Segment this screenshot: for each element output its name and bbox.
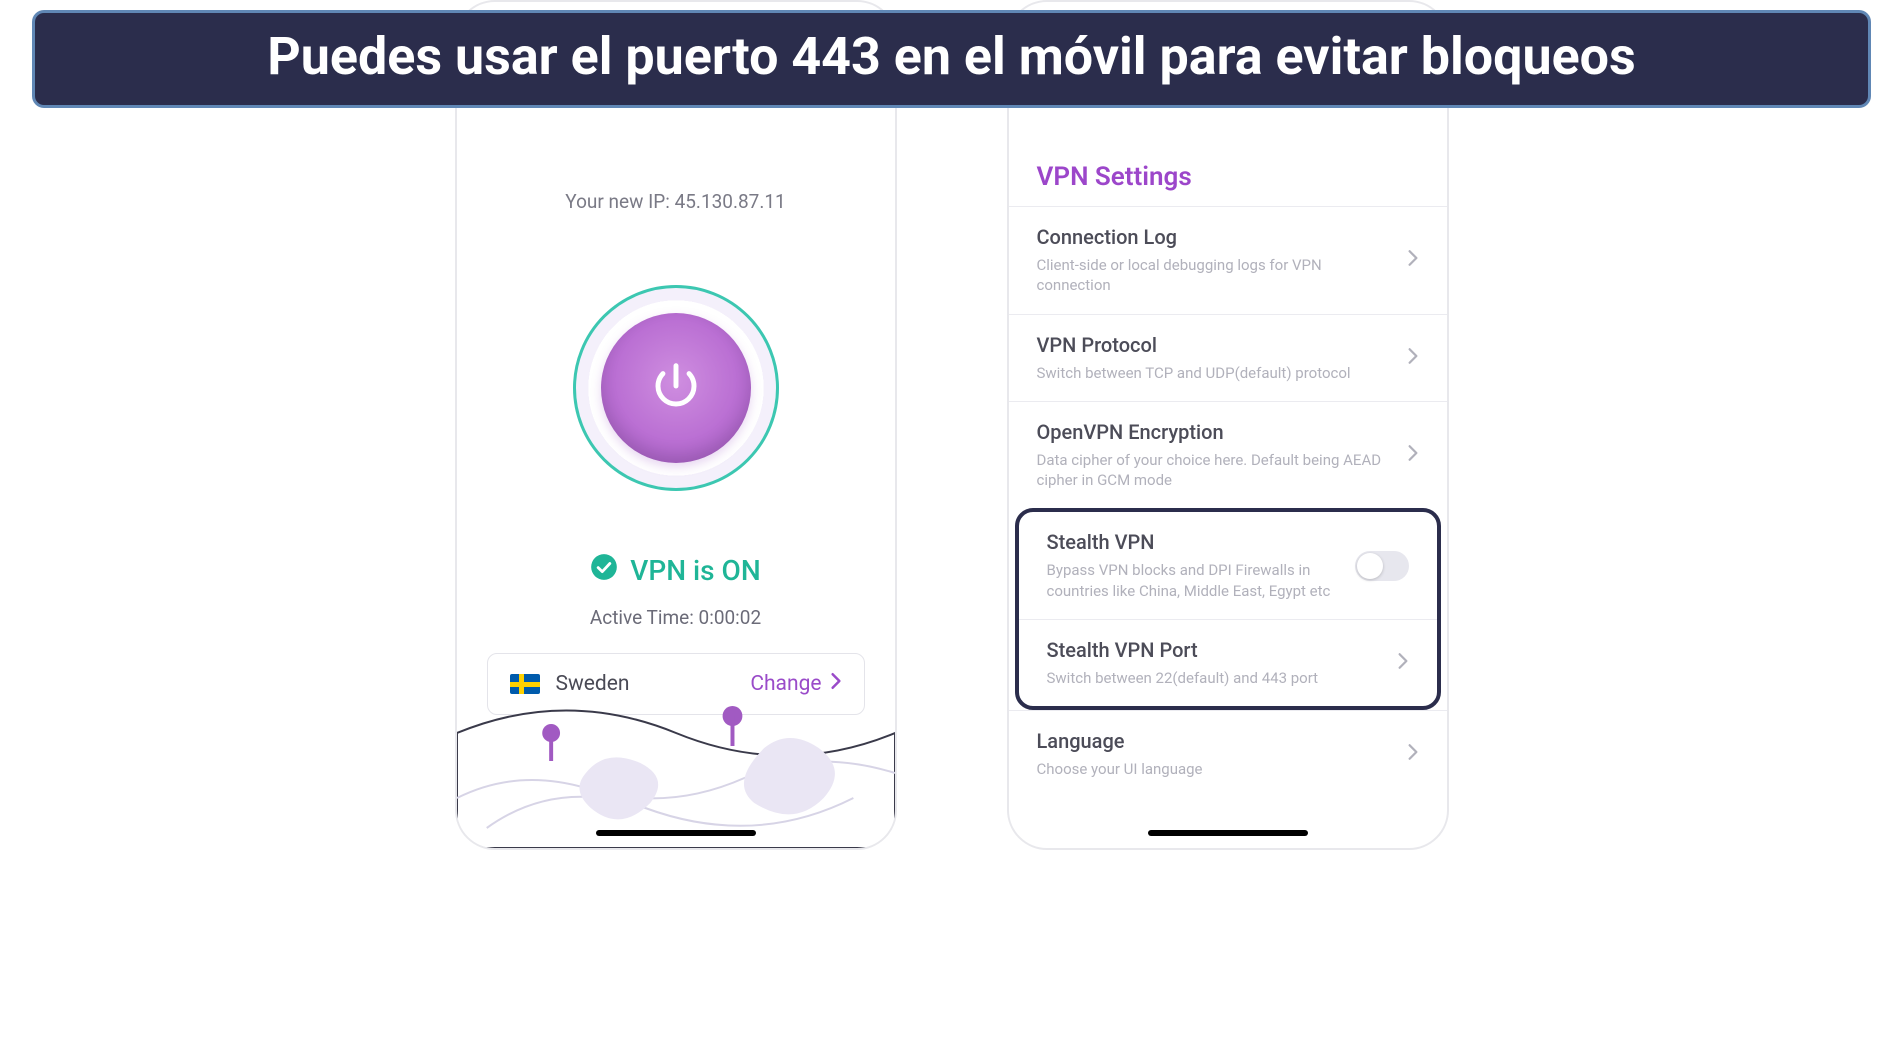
setting-desc-text: Choose your UI language — [1037, 759, 1393, 779]
headline-banner: Puedes usar el puerto 443 en el móvil pa… — [32, 10, 1871, 108]
change-button[interactable]: Change — [750, 672, 841, 696]
setting-desc-text: Bypass VPN blocks and DPI Firewalls in c… — [1047, 560, 1341, 601]
chevron-right-icon — [1407, 444, 1419, 466]
setting-connection-log[interactable]: Connection Log Client-side or local debu… — [1009, 206, 1447, 314]
chevron-right-icon — [1397, 652, 1409, 674]
change-label: Change — [750, 672, 821, 696]
chevron-right-icon — [1407, 743, 1419, 765]
setting-title-text: Stealth VPN — [1047, 530, 1341, 554]
setting-language[interactable]: Language Choose your UI language — [1009, 710, 1447, 797]
globe-illustration — [457, 678, 895, 848]
headline-text: Puedes usar el puerto 443 en el móvil pa… — [35, 27, 1868, 87]
vpn-status-text: VPN is ON — [630, 554, 760, 587]
setting-stealth-vpn[interactable]: Stealth VPN Bypass VPN blocks and DPI Fi… — [1019, 512, 1437, 619]
ip-label: Your new IP: 45.130.87.11 — [457, 190, 895, 213]
setting-title-text: VPN Protocol — [1037, 333, 1393, 357]
setting-desc-text: Data cipher of your choice here. Default… — [1037, 450, 1393, 491]
vpn-status: VPN is ON — [457, 553, 895, 588]
setting-desc-text: Switch between 22(default) and 443 port — [1047, 668, 1383, 688]
country-name: Sweden — [556, 672, 630, 696]
flag-sweden-icon — [510, 674, 540, 694]
setting-desc-text: Client-side or local debugging logs for … — [1037, 255, 1393, 296]
check-icon — [590, 553, 618, 588]
highlighted-settings: Stealth VPN Bypass VPN blocks and DPI Fi… — [1015, 508, 1441, 710]
phone-left: Your new IP: 45.130.87.11 — [455, 0, 897, 850]
setting-desc-text: Switch between TCP and UDP(default) prot… — [1037, 363, 1393, 383]
phone-right: VPN Settings Connection Log Client-side … — [1007, 0, 1449, 850]
country-selector[interactable]: Sweden Change — [487, 653, 865, 715]
chevron-right-icon — [1407, 347, 1419, 369]
setting-title-text: Language — [1037, 729, 1393, 753]
power-button[interactable] — [573, 285, 779, 491]
home-indicator — [596, 830, 756, 836]
chevron-right-icon — [830, 672, 842, 696]
setting-title-text: OpenVPN Encryption — [1037, 420, 1393, 444]
power-icon — [649, 359, 703, 417]
home-indicator — [1148, 830, 1308, 836]
stealth-vpn-toggle[interactable] — [1355, 551, 1409, 581]
setting-vpn-protocol[interactable]: VPN Protocol Switch between TCP and UDP(… — [1009, 314, 1447, 401]
setting-openvpn-encryption[interactable]: OpenVPN Encryption Data cipher of your c… — [1009, 401, 1447, 509]
chevron-right-icon — [1407, 249, 1419, 271]
active-time: Active Time: 0:00:02 — [457, 606, 895, 629]
setting-stealth-vpn-port[interactable]: Stealth VPN Port Switch between 22(defau… — [1019, 619, 1437, 706]
setting-title-text: Stealth VPN Port — [1047, 638, 1383, 662]
setting-title-text: Connection Log — [1037, 225, 1393, 249]
